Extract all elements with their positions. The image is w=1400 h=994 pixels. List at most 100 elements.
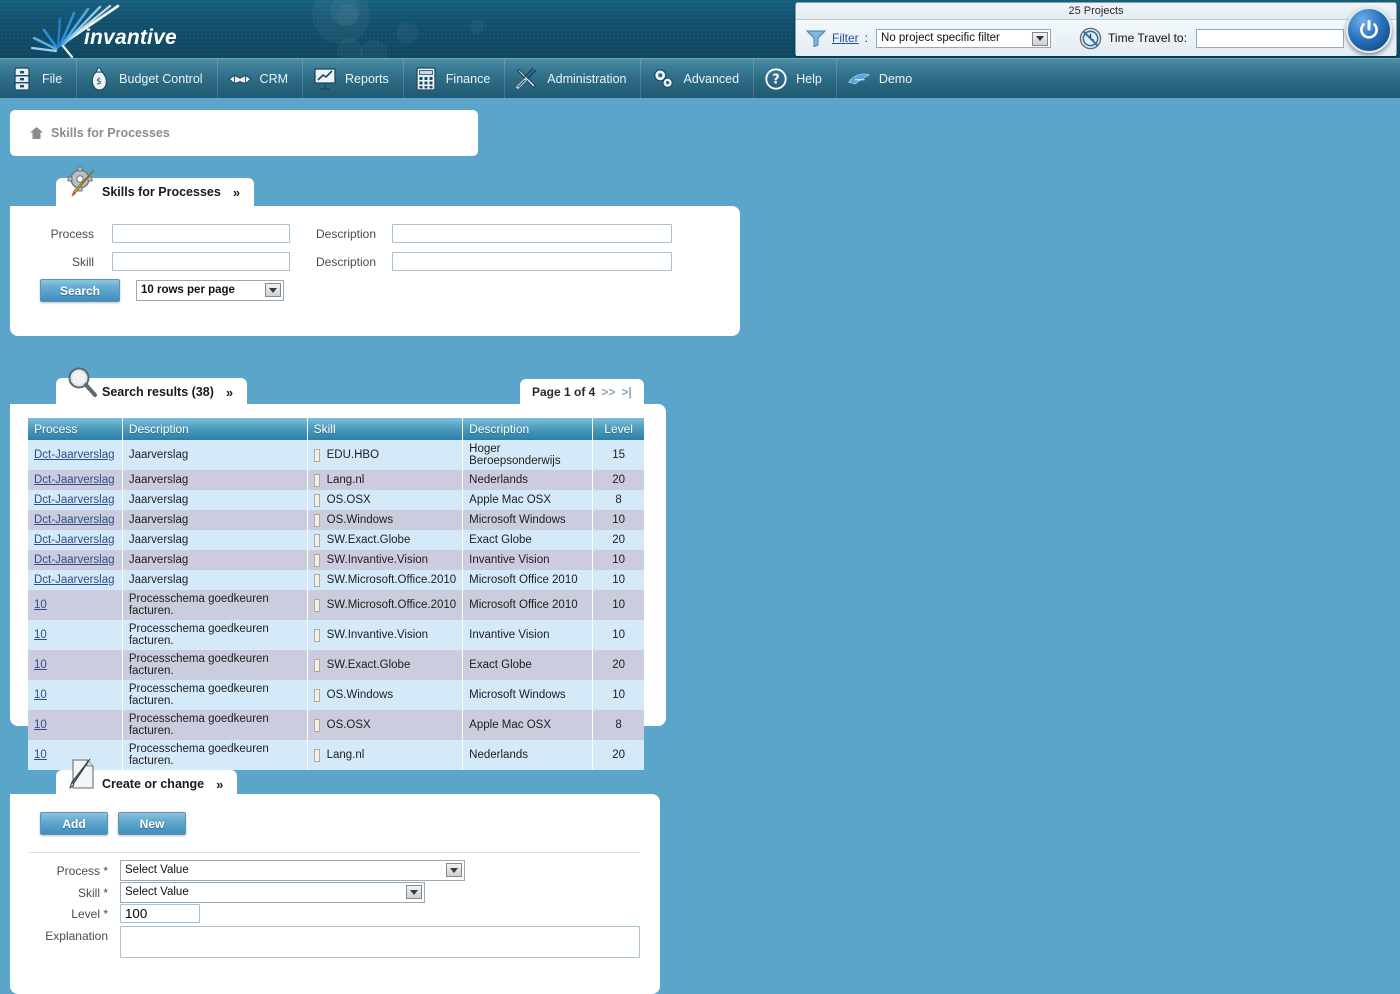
process-link[interactable]: Dct-Jaarverslag: [34, 474, 115, 486]
search-panel-tab[interactable]: Skills for Processes »: [56, 178, 254, 206]
process-link[interactable]: Dct-Jaarverslag: [34, 514, 115, 526]
column-header-process-description[interactable]: Description: [122, 418, 307, 440]
rows-per-page-select[interactable]: 10 rows per page: [136, 280, 284, 301]
time-travel-clock-icon[interactable]: [1079, 27, 1102, 50]
cell-process-description: Jaarverslag: [122, 470, 307, 490]
cell-skill-description: Microsoft Windows: [463, 510, 593, 530]
menu-item-reports[interactable]: Reports: [303, 59, 404, 99]
cell-skill-description: Invantive Vision: [463, 550, 593, 570]
process-link[interactable]: Dct-Jaarverslag: [34, 534, 115, 546]
home-icon[interactable]: [30, 127, 43, 139]
menu-item-demo[interactable]: Demo: [837, 59, 926, 99]
process-filter-input[interactable]: [112, 224, 290, 243]
process-link[interactable]: Dct-Jaarverslag: [34, 449, 115, 461]
process-link[interactable]: 10: [34, 749, 47, 761]
skill-text: SW.Invantive.Vision: [327, 629, 428, 641]
logout-power-button[interactable]: [1346, 7, 1392, 53]
table-row: 10 Processchema goedkeuren facturen. OS.Wi…: [28, 680, 644, 710]
cell-process: 10: [28, 590, 122, 620]
process-link[interactable]: 10: [34, 719, 47, 731]
skill-marker-icon: [314, 689, 320, 702]
chevron-down-icon[interactable]: [406, 885, 422, 899]
menu-item-advanced[interactable]: Advanced: [641, 59, 754, 99]
column-header-process[interactable]: Process: [28, 418, 122, 440]
table-row: 10Processchema goedkeuren facturen.Lang.…: [28, 740, 644, 770]
pager-last-link[interactable]: >|: [621, 385, 631, 399]
results-panel-tab[interactable]: Search results (38) »: [56, 378, 247, 406]
cabinet-icon: [10, 66, 34, 92]
menu-item-help[interactable]: ? Help: [754, 59, 837, 99]
create-panel-tab[interactable]: Create or change »: [56, 770, 237, 798]
process-select-value: Select Value: [125, 864, 189, 876]
cell-skill-description: Nederlands: [463, 740, 593, 770]
menu-item-label: Demo: [879, 72, 912, 86]
level-input[interactable]: [120, 904, 200, 923]
money-bag-icon: $: [87, 66, 111, 92]
cell-skill: OS.OSX: [307, 490, 463, 510]
process-link[interactable]: 10: [34, 629, 47, 641]
chevron-down-icon[interactable]: [1032, 32, 1048, 46]
cell-level: 10: [593, 510, 644, 530]
calculator-icon: [414, 66, 438, 92]
add-button[interactable]: Add: [40, 812, 108, 835]
process-link[interactable]: Dct-Jaarverslag: [34, 554, 115, 566]
process-select[interactable]: Select Value: [120, 860, 465, 881]
chevron-down-icon[interactable]: [446, 863, 462, 877]
document-pencil-icon: [64, 756, 100, 792]
menu-item-crm[interactable]: CRM: [218, 59, 303, 99]
breadcrumb-current[interactable]: Skills for Processes: [51, 126, 170, 140]
cell-skill-description: Exact Globe: [463, 530, 593, 550]
cell-level: 8: [593, 490, 644, 510]
cell-skill: Lang.nl: [307, 470, 463, 490]
presentation-chart-icon: [313, 66, 337, 92]
skill-text: OS.Windows: [327, 689, 393, 701]
time-travel-input[interactable]: [1196, 29, 1344, 48]
table-row: Dct-JaarverslagJaarverslagOS.OSXApple Ma…: [28, 490, 644, 510]
new-button[interactable]: New: [118, 812, 186, 835]
chevron-down-icon[interactable]: [265, 283, 281, 297]
process-link[interactable]: 10: [34, 659, 47, 671]
pager-label: Page 1 of 4: [532, 385, 595, 399]
search-button[interactable]: Search: [40, 279, 120, 302]
main-menu-bar: File $ Budget Control CRM Reports: [0, 58, 1400, 98]
process-description-filter-label: Description: [316, 227, 392, 241]
menu-item-file[interactable]: File: [0, 59, 77, 99]
cell-process-description: Processchema goedkeuren facturen.: [122, 680, 307, 710]
process-link[interactable]: 10: [34, 599, 47, 611]
invantive-logo[interactable]: invantive: [30, 4, 290, 58]
menu-item-finance[interactable]: Finance: [404, 59, 505, 99]
menu-item-budget-control[interactable]: $ Budget Control: [77, 59, 217, 99]
cell-process-description: Jaarverslag: [122, 530, 307, 550]
cell-skill: SW.Exact.Globe: [307, 530, 463, 550]
skill-select[interactable]: Select Value: [120, 882, 425, 903]
process-description-filter-input[interactable]: [392, 224, 672, 243]
cell-skill: SW.Invantive.Vision: [307, 620, 463, 650]
column-header-skill[interactable]: Skill: [307, 418, 463, 440]
skill-description-filter-input[interactable]: [392, 252, 672, 271]
question-mark-icon: ?: [764, 66, 788, 92]
chevron-up-icon[interactable]: »: [233, 186, 240, 199]
process-link[interactable]: Dct-Jaarverslag: [34, 574, 115, 586]
project-filter-select[interactable]: No project specific filter: [876, 29, 1051, 48]
cell-process-description: Processchema goedkeuren facturen.: [122, 620, 307, 650]
skill-filter-input[interactable]: [112, 252, 290, 271]
process-link[interactable]: Dct-Jaarverslag: [34, 494, 115, 506]
filter-link[interactable]: Filter: [832, 31, 859, 45]
pager-next-link[interactable]: >>: [601, 385, 615, 399]
cell-level: 10: [593, 550, 644, 570]
table-row: 10Processchema goedkeuren facturen.OS.OS…: [28, 710, 644, 740]
chevron-up-icon[interactable]: »: [216, 778, 223, 791]
cell-process: 10: [28, 620, 122, 650]
cell-process-description: Processchema goedkeuren facturen.: [122, 590, 307, 620]
process-link[interactable]: 10: [34, 689, 47, 701]
cell-process: Dct-Jaarverslag: [28, 440, 122, 470]
skill-text: SW.Invantive.Vision: [327, 554, 428, 566]
chevron-up-icon[interactable]: »: [226, 386, 233, 399]
skill-text: SW.Microsoft.Office.2010: [327, 574, 457, 586]
menu-item-administration[interactable]: Administration: [505, 59, 641, 99]
column-header-skill-description[interactable]: Description: [463, 418, 593, 440]
cell-skill: OS.Windows: [307, 680, 463, 710]
column-header-level[interactable]: Level: [593, 418, 644, 440]
explanation-textarea[interactable]: [120, 926, 640, 958]
skill-marker-icon: [314, 474, 320, 487]
